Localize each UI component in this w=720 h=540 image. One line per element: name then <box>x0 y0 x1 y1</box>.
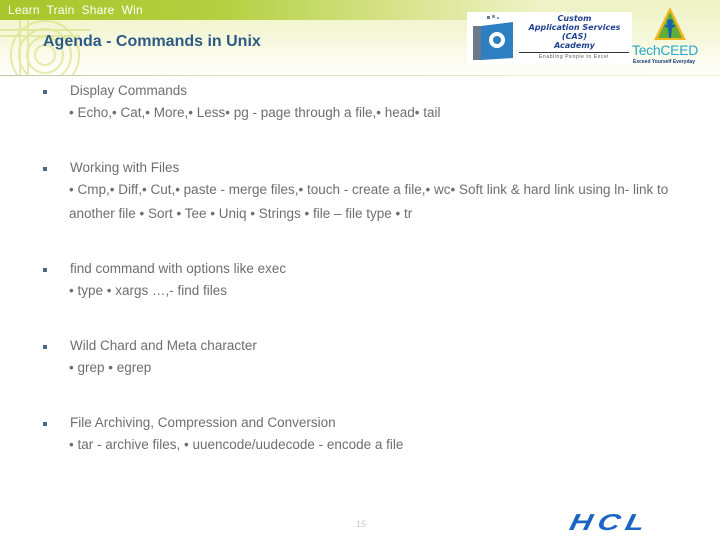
tagline: Learn Train Share Win <box>8 3 143 17</box>
techceed-name: TechCEED <box>632 42 699 58</box>
book-head-icon <box>473 15 513 60</box>
techceed-emblem-icon <box>654 7 686 40</box>
square-bullet-icon <box>43 167 47 171</box>
cas-line-3: (CAS) <box>561 32 588 41</box>
header-divider <box>0 75 720 76</box>
square-bullet-icon <box>43 268 47 272</box>
page-number: 15 <box>356 519 367 529</box>
agenda-item-title: Display Commands <box>70 83 188 98</box>
techceed-tagline: Exceed Yourself Everyday <box>633 59 696 65</box>
cas-subtitle: Enabling People to Excel <box>519 52 629 60</box>
agenda-item-title: Working with Files <box>70 160 180 175</box>
cas-line-1: Custom <box>557 14 592 23</box>
techceed-logo: TechCEED Exceed Yourself Everyday <box>630 6 710 66</box>
agenda-item-detail: • grep • egrep <box>69 360 152 375</box>
cas-academy-logo: Custom Application Services (CAS) Academ… <box>467 12 632 64</box>
square-bullet-icon <box>43 90 47 94</box>
agenda-item-detail: • tar - archive files, • uuencode/uudeco… <box>69 437 404 452</box>
agenda-item-detail: • type • xargs …,- find files <box>69 283 228 298</box>
cas-logo-text: Custom Application Services (CAS) Academ… <box>517 14 632 50</box>
agenda-item-title: Wild Chard and Meta character <box>70 338 257 353</box>
agenda-item-detail: • Cmp,• Diff,• Cut,• paste - merge files… <box>69 182 669 221</box>
agenda-item-title: File Archiving, Compression and Conversi… <box>70 415 336 430</box>
slide-header: Learn Train Share Win Agenda - Commands … <box>0 0 720 76</box>
cas-line-4: Academy <box>554 41 595 50</box>
slide-title: Agenda - Commands in Unix <box>43 33 261 50</box>
cas-line-2: Application Services <box>528 23 621 32</box>
agenda-item-title: find command with options like exec <box>70 261 287 276</box>
square-bullet-icon <box>43 345 47 349</box>
agenda-item-detail: • Echo,• Cat,• More,• Less• pg - page th… <box>69 105 441 120</box>
square-bullet-icon <box>43 422 47 426</box>
hcl-logo: HCL <box>567 509 653 535</box>
